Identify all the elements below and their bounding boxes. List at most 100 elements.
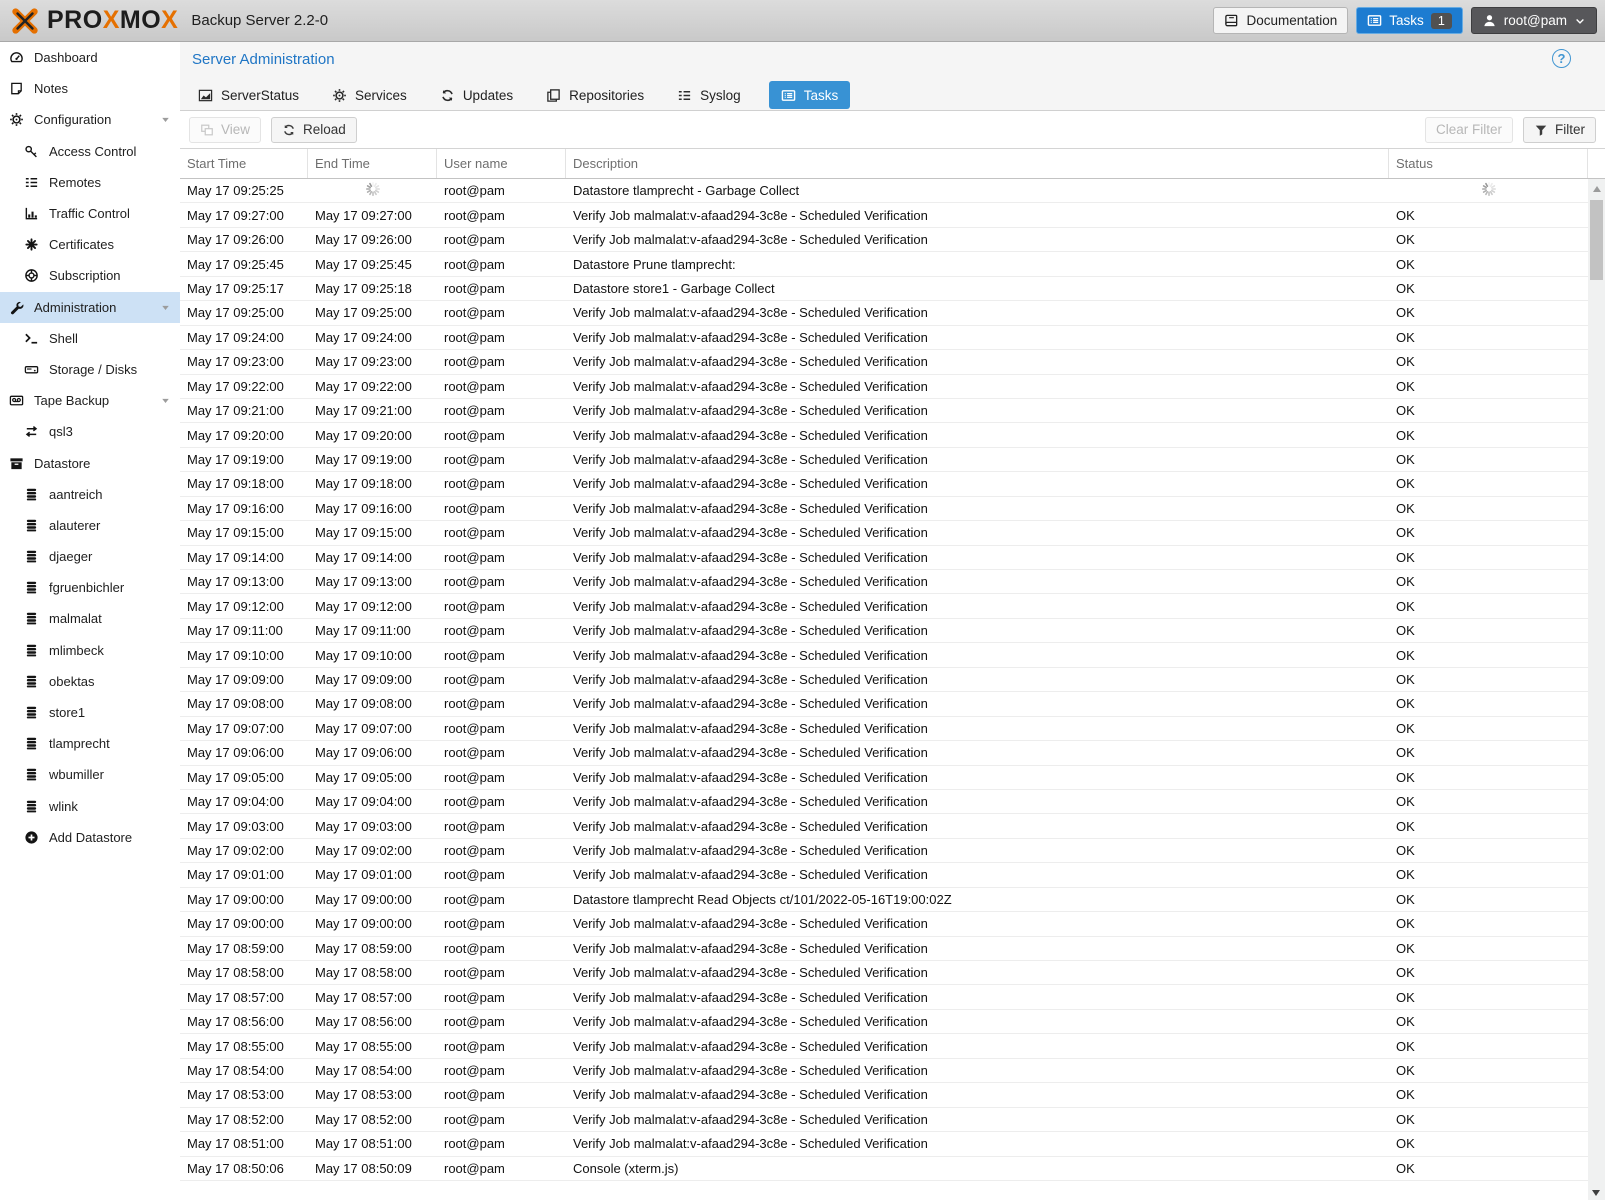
table-row[interactable]: May 17 09:25:00 May 17 09:25:00 root@pam Ve… — [180, 301, 1588, 326]
sidebar-item-storage-disks[interactable]: Storage / Disks — [0, 354, 180, 385]
sidebar-item-configuration[interactable]: Configuration — [0, 104, 180, 135]
table-row[interactable]: May 17 09:06:00 May 17 09:06:00 root@pam Ve… — [180, 741, 1588, 766]
documentation-button[interactable]: Documentation — [1213, 7, 1349, 34]
sidebar-item-administration[interactable]: Administration — [0, 291, 180, 323]
sidebar-item-subscription[interactable]: Subscription — [0, 260, 180, 291]
sidebar-item-djaeger[interactable]: djaeger — [0, 541, 180, 572]
sidebar-item-remotes[interactable]: Remotes — [0, 167, 180, 198]
sidebar-item-access-control[interactable]: Access Control — [0, 136, 180, 167]
sidebar-item-certificates[interactable]: Certificates — [0, 229, 180, 260]
column-header-start-time[interactable]: Start Time — [180, 149, 308, 178]
sidebar-item-dashboard[interactable]: Dashboard — [0, 42, 180, 73]
table-row[interactable]: May 17 08:57:00 May 17 08:57:00 root@pam Ve… — [180, 985, 1588, 1010]
column-header-status[interactable]: Status — [1389, 149, 1588, 178]
table-row[interactable]: May 17 09:18:00 May 17 09:18:00 root@pam Ve… — [180, 472, 1588, 497]
vertical-scrollbar[interactable] — [1588, 179, 1605, 1200]
sidebar-item-shell[interactable]: Shell — [0, 323, 180, 354]
tab-syslog[interactable]: Syslog — [672, 81, 746, 109]
sidebar-item-wlink[interactable]: wlink — [0, 791, 180, 822]
sidebar-item-fgruenbichler[interactable]: fgruenbichler — [0, 572, 180, 603]
table-row[interactable]: May 17 09:10:00 May 17 09:10:00 root@pam Ve… — [180, 643, 1588, 668]
cell-status: OK — [1396, 427, 1415, 443]
tasks-button[interactable]: Tasks 1 — [1356, 7, 1463, 34]
sidebar-item-wbumiller[interactable]: wbumiller — [0, 759, 180, 790]
chevron-down-icon[interactable] — [159, 113, 172, 126]
sidebar-item-store1[interactable]: store1 — [0, 697, 180, 728]
table-row[interactable]: May 17 09:09:00 May 17 09:09:00 root@pam Ve… — [180, 667, 1588, 693]
reload-button[interactable]: Reload — [271, 116, 357, 143]
column-header-description[interactable]: Description — [566, 149, 1389, 178]
sidebar-item-obektas[interactable]: obektas — [0, 666, 180, 697]
table-row[interactable]: May 17 09:25:45 May 17 09:25:45 root@pam Da… — [180, 252, 1588, 277]
table-row[interactable]: May 17 09:16:00 May 17 09:16:00 root@pam Ve… — [180, 496, 1588, 522]
cell-user-name: root@pam — [444, 403, 505, 419]
sidebar-item-malmalat[interactable]: malmalat — [0, 603, 180, 634]
table-row[interactable]: May 17 09:24:00 May 17 09:24:00 root@pam Ve… — [180, 325, 1588, 351]
table-row[interactable]: May 17 08:56:00 May 17 08:56:00 root@pam Ve… — [180, 1009, 1588, 1035]
table-row[interactable]: May 17 09:01:00 May 17 09:01:00 root@pam Ve… — [180, 863, 1588, 888]
scroll-down-arrow-icon[interactable] — [1592, 1190, 1600, 1196]
table-header: Start Time End Time User name Description St… — [180, 148, 1605, 179]
sidebar-item-alauterer[interactable]: alauterer — [0, 510, 180, 541]
table-row[interactable]: May 17 09:13:00 May 17 09:13:00 root@pam Ve… — [180, 570, 1588, 595]
table-row[interactable]: May 17 09:14:00 May 17 09:14:00 root@pam Ve… — [180, 545, 1588, 570]
view-button[interactable]: View — [189, 116, 262, 143]
table-row[interactable]: May 17 09:02:00 May 17 09:02:00 root@pam Ve… — [180, 838, 1588, 864]
table-row[interactable]: May 17 09:20:00 May 17 09:20:00 root@pam Ve… — [180, 423, 1588, 448]
column-header-end-time[interactable]: End Time — [308, 149, 437, 178]
table-row[interactable]: May 17 08:59:00 May 17 08:59:00 root@pam Ve… — [180, 936, 1588, 961]
sidebar-item-traffic-control[interactable]: Traffic Control — [0, 198, 180, 229]
table-row[interactable]: May 17 09:12:00 May 17 09:12:00 root@pam Ve… — [180, 594, 1588, 619]
table-row[interactable]: May 17 09:23:00 May 17 09:23:00 root@pam Ve… — [180, 350, 1588, 375]
table-row[interactable]: May 17 08:54:00 May 17 08:54:00 root@pam Ve… — [180, 1058, 1588, 1084]
table-row[interactable]: May 17 09:00:00 May 17 09:00:00 root@pam Ve… — [180, 912, 1588, 937]
table-row[interactable]: May 17 09:04:00 May 17 09:04:00 root@pam Ve… — [180, 789, 1588, 815]
table-row[interactable]: May 17 08:53:00 May 17 08:53:00 root@pam Ve… — [180, 1083, 1588, 1108]
sidebar-item-tlamprecht[interactable]: tlamprecht — [0, 728, 180, 759]
tab-updates[interactable]: Updates — [435, 81, 518, 109]
table-row[interactable]: May 17 09:19:00 May 17 09:19:00 root@pam Ve… — [180, 447, 1588, 473]
chevron-down-icon[interactable] — [159, 394, 172, 407]
scrollbar-thumb[interactable] — [1590, 200, 1603, 280]
tab-repositories[interactable]: Repositories — [541, 81, 649, 109]
table-row[interactable]: May 17 08:52:00 May 17 08:52:00 root@pam Ve… — [180, 1107, 1588, 1133]
table-row[interactable]: May 17 09:25:17 May 17 09:25:18 root@pam Da… — [180, 276, 1588, 302]
table-row[interactable]: May 17 09:03:00 May 17 09:03:00 root@pam Ve… — [180, 814, 1588, 839]
table-row[interactable]: May 17 09:08:00 May 17 09:08:00 root@pam Ve… — [180, 692, 1588, 717]
table-row[interactable]: May 17 09:27:00 May 17 09:27:00 root@pam Ve… — [180, 203, 1588, 228]
table-row[interactable]: May 17 08:55:00 May 17 08:55:00 root@pam Ve… — [180, 1034, 1588, 1059]
tab-serverstatus[interactable]: ServerStatus — [193, 81, 304, 109]
sidebar-item-tape-backup[interactable]: Tape Backup — [0, 385, 180, 416]
filter-button[interactable]: Filter — [1523, 116, 1596, 143]
table-row[interactable]: May 17 09:25:25 root@pam Datastore tlampre… — [180, 179, 1588, 204]
scroll-up-arrow-icon[interactable] — [1592, 186, 1601, 192]
table-row[interactable]: May 17 09:05:00 May 17 09:05:00 root@pam Ve… — [180, 765, 1588, 790]
table-row[interactable]: May 17 09:00:00 May 17 09:00:00 root@pam Da… — [180, 887, 1588, 913]
table-row[interactable]: May 17 09:26:00 May 17 09:26:00 root@pam Ve… — [180, 227, 1588, 253]
table-row[interactable]: May 17 09:22:00 May 17 09:22:00 root@pam Ve… — [180, 374, 1588, 399]
cell-end-time: May 17 09:25:00 — [315, 305, 412, 321]
table-row[interactable]: May 17 09:21:00 May 17 09:21:00 root@pam Ve… — [180, 398, 1588, 424]
table-row[interactable]: May 17 09:07:00 May 17 09:07:00 root@pam Ve… — [180, 716, 1588, 742]
table-row[interactable]: May 17 09:15:00 May 17 09:15:00 root@pam Ve… — [180, 521, 1588, 546]
table-row[interactable]: May 17 08:58:00 May 17 08:58:00 root@pam Ve… — [180, 961, 1588, 986]
clear-filter-button[interactable]: Clear Filter — [1424, 116, 1513, 143]
chevron-down-icon[interactable] — [159, 301, 172, 314]
table-row[interactable]: May 17 08:51:00 May 17 08:51:00 root@pam Ve… — [180, 1132, 1588, 1157]
sidebar-item-aantreich[interactable]: aantreich — [0, 479, 180, 510]
table-row[interactable]: May 17 09:11:00 May 17 09:11:00 root@pam Ve… — [180, 618, 1588, 644]
tab-tasks[interactable]: Tasks — [768, 81, 851, 109]
column-header-user-name[interactable]: User name — [437, 149, 566, 178]
sidebar-item-label: Shell — [49, 330, 78, 346]
sidebar-item-add-datastore[interactable]: Add Datastore — [0, 822, 180, 853]
cell-end-time: May 17 09:13:00 — [315, 574, 412, 590]
sidebar-item-mlimbeck[interactable]: mlimbeck — [0, 635, 180, 666]
sidebar-item-qsl3[interactable]: qsl3 — [0, 416, 180, 447]
user-menu-button[interactable]: root@pam — [1470, 7, 1597, 34]
tab-services[interactable]: Services — [327, 81, 412, 109]
table-row[interactable]: May 17 08:50:06 May 17 08:50:09 root@pam Co… — [180, 1156, 1588, 1181]
sidebar-item-notes[interactable]: Notes — [0, 73, 180, 104]
sidebar-item-datastore[interactable]: Datastore — [0, 447, 180, 478]
help-icon[interactable]: ? — [1552, 49, 1571, 68]
sidebar-item-label: Dashboard — [34, 50, 98, 66]
